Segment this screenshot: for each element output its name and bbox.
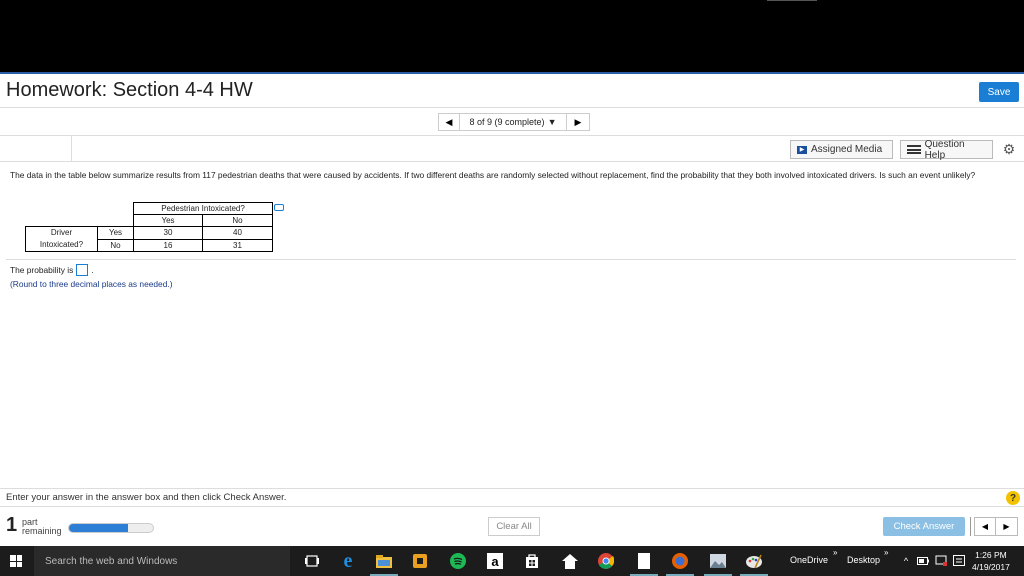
col-header-yes: Yes — [133, 214, 203, 227]
taskbar-search-input[interactable]: Search the web and Windows — [34, 546, 290, 576]
round-note: (Round to three decimal places as needed… — [10, 279, 173, 289]
row-group-header-line1: Driver — [50, 228, 73, 237]
show-hidden-icons-icon[interactable]: ^ — [898, 553, 914, 569]
answer-line: The probability is . — [10, 264, 94, 276]
document-icon[interactable] — [636, 553, 652, 569]
chevron-right-icon: ▶ — [1003, 522, 1010, 531]
save-button[interactable]: Save — [979, 82, 1019, 102]
clear-all-button[interactable]: Clear All — [488, 517, 540, 536]
cell-yes-no: 40 — [202, 226, 273, 240]
gear-icon[interactable]: ⚙ — [1001, 141, 1017, 157]
photos-icon[interactable] — [710, 553, 726, 569]
screen: Homework: Section 4-4 HW Save ◀ 8 of 9 (… — [0, 0, 1024, 576]
row-group-header-line2: Intoxicated? — [39, 240, 84, 249]
spotify-icon[interactable] — [450, 553, 466, 569]
clock-date: 4/19/2017 — [972, 562, 1010, 572]
chrome-icon[interactable] — [598, 553, 614, 569]
prev-question-button[interactable]: ◀ — [438, 113, 460, 131]
toolbar-left-cell — [0, 136, 72, 162]
row-header-yes: Yes — [97, 226, 134, 240]
next-part-button[interactable]: ▶ — [996, 517, 1018, 536]
store-bag-icon[interactable] — [524, 553, 540, 569]
taskbar-clock[interactable]: 1:26 PM 4/19/2017 — [972, 549, 1010, 573]
col-header-no: No — [202, 214, 273, 227]
page-title: Homework: Section 4-4 HW — [6, 79, 253, 101]
assigned-media-button[interactable]: ▶ Assigned Media — [790, 140, 893, 159]
footer-divider — [0, 488, 1024, 489]
data-table: Pedestrian Intoxicated? Yes No Driver In… — [25, 202, 273, 252]
parts-remaining-count: 1 — [6, 514, 18, 536]
onedrive-toolbar[interactable]: OneDrive — [790, 555, 828, 565]
battery-icon[interactable] — [915, 553, 931, 569]
cell-no-no: 31 — [202, 238, 273, 252]
list-icon — [907, 145, 921, 154]
bottom-bar: 1 part remaining Clear All Check Answer … — [0, 506, 1024, 548]
desktop-toolbar[interactable]: Desktop — [847, 555, 880, 565]
top-hint-line — [767, 0, 817, 1]
assigned-media-label: Assigned Media — [811, 144, 883, 155]
separator — [970, 517, 971, 536]
answer-input[interactable] — [76, 264, 89, 276]
task-view-icon[interactable] — [304, 553, 320, 569]
progress-fill — [69, 524, 128, 532]
store-icon[interactable] — [412, 553, 428, 569]
network-icon[interactable] — [933, 553, 949, 569]
question-help-button[interactable]: Question Help — [900, 138, 993, 161]
paint-icon[interactable] — [746, 553, 762, 569]
onedrive-chevron[interactable]: » — [833, 548, 837, 557]
question-select[interactable]: 8 of 9 (9 complete) ▼ — [460, 113, 566, 131]
row-header-no: No — [97, 238, 134, 252]
notifications-icon[interactable] — [951, 553, 967, 569]
cell-no-yes: 16 — [133, 238, 203, 252]
next-question-button[interactable]: ▶ — [566, 113, 590, 131]
question-status: 8 of 9 (9 complete) — [469, 117, 545, 127]
col-group-header: Pedestrian Intoxicated? — [133, 202, 273, 215]
answer-prefix: The probability is — [10, 265, 74, 275]
help-icon[interactable]: ? — [1006, 491, 1020, 505]
parts-label-line2: remaining — [22, 526, 62, 536]
cell-yes-yes: 30 — [133, 226, 203, 240]
question-nav: ◀ 8 of 9 (9 complete) ▼ ▶ — [0, 108, 1024, 136]
question-toolbar: ▶ Assigned Media Question Help ⚙ — [0, 136, 1024, 162]
top-black-area — [0, 0, 1024, 72]
amazon-icon[interactable]: a — [487, 553, 503, 569]
instruction-text: Enter your answer in the answer box and … — [6, 492, 287, 503]
progress-bar — [68, 523, 154, 533]
home-icon[interactable] — [562, 553, 578, 569]
edge-icon[interactable]: e — [340, 550, 356, 572]
clock-time: 1:26 PM — [975, 550, 1007, 560]
homework-app: Homework: Section 4-4 HW Save ◀ 8 of 9 (… — [0, 72, 1024, 546]
chevron-right-icon: ▶ — [574, 116, 582, 127]
media-icon: ▶ — [797, 145, 807, 154]
answer-suffix: . — [91, 265, 94, 275]
question-text: The data in the table below summarize re… — [10, 170, 976, 180]
copy-table-icon[interactable] — [274, 204, 284, 211]
prev-part-button[interactable]: ◀ — [974, 517, 996, 536]
desktop-chevron[interactable]: » — [884, 548, 888, 557]
parts-remaining-label: part remaining — [22, 518, 62, 536]
dropdown-arrow-icon: ▼ — [547, 117, 557, 127]
divider — [6, 259, 1016, 260]
question-help-label: Question Help — [924, 138, 965, 161]
windows-start-icon[interactable] — [10, 555, 22, 567]
header: Homework: Section 4-4 HW Save — [0, 74, 1024, 108]
chevron-left-icon: ◀ — [981, 522, 989, 531]
firefox-icon[interactable] — [672, 553, 688, 569]
check-answer-button[interactable]: Check Answer — [883, 517, 965, 536]
windows-taskbar: Search the web and Windows e a OneDrive … — [0, 546, 1024, 576]
file-explorer-icon[interactable] — [376, 553, 392, 569]
chevron-left-icon: ◀ — [445, 116, 453, 127]
